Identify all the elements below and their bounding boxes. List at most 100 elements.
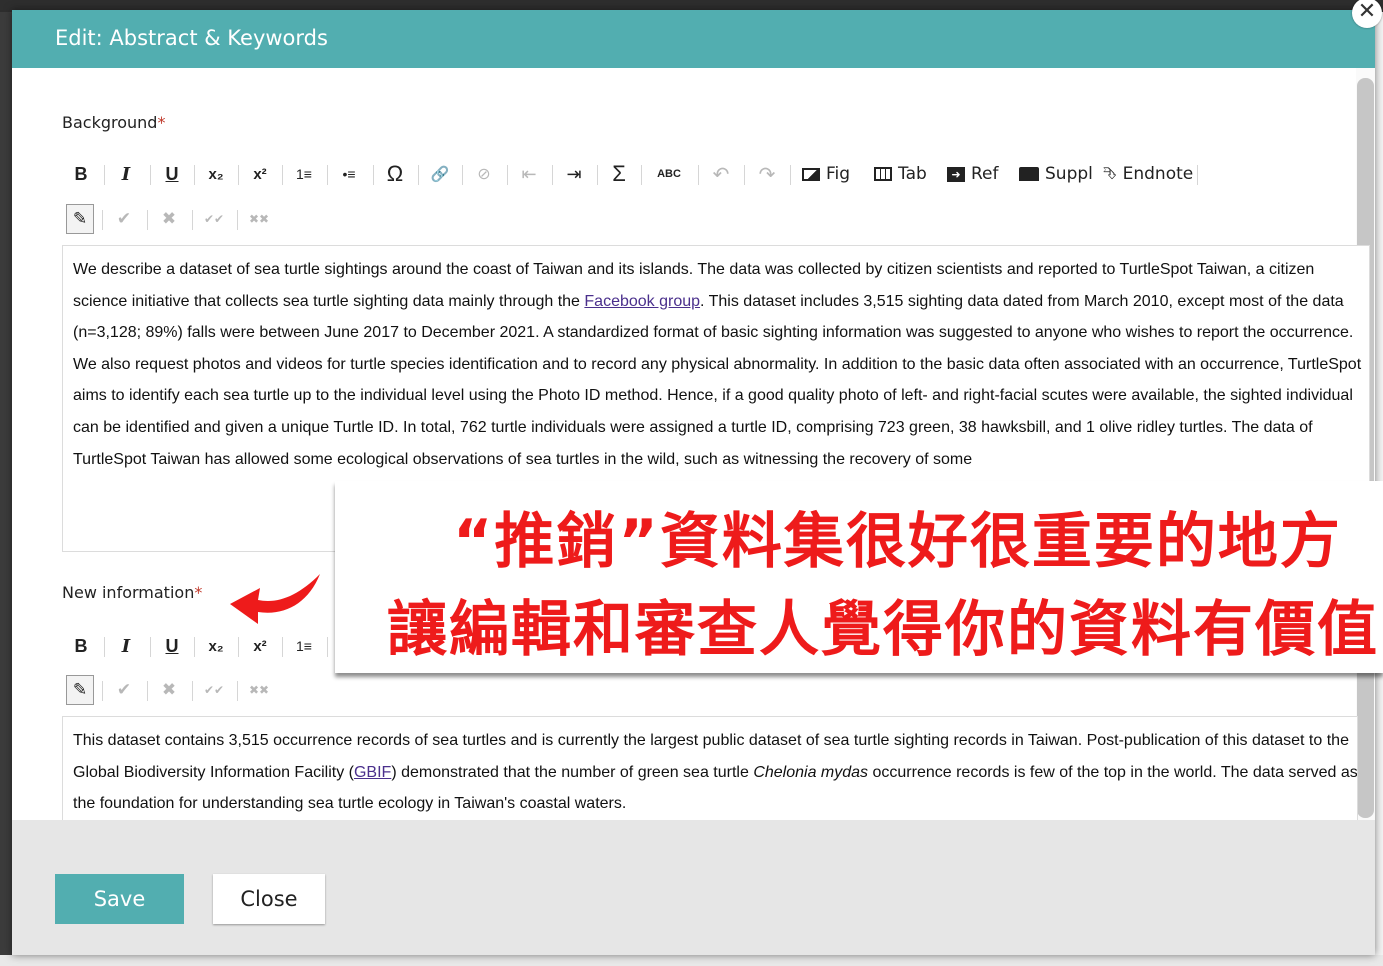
new-information-toolbar: B I U x₂ x² 1≡ <box>66 631 336 661</box>
endnote-label: Endnote <box>1122 164 1194 184</box>
outdent-icon[interactable]: ⇤ <box>515 159 543 189</box>
insert-table-button[interactable]: Tab <box>874 159 927 189</box>
toolbar-separator <box>194 165 195 185</box>
reject-change-icon[interactable]: ✖ <box>155 675 183 705</box>
reject-all-icon[interactable]: ✖✖ <box>245 204 273 234</box>
subscript-button[interactable]: x₂ <box>202 631 230 661</box>
toolbar-separator <box>192 681 193 701</box>
page-backdrop-bottom <box>0 955 1383 966</box>
accept-change-icon[interactable]: ✔ <box>110 675 138 705</box>
toolbar-separator <box>238 165 239 185</box>
new-information-label: New information* <box>62 583 202 602</box>
new-information-editor[interactable]: This dataset contains 3,515 occurrence r… <box>62 716 1358 821</box>
table-icon <box>874 167 892 181</box>
figure-label: Fig <box>826 164 851 184</box>
annotation-line-1: “推銷”資料集很好很重要的地方 <box>453 507 1342 577</box>
background-toolbar: B I U x₂ x² 1≡ •≡ Ω 🔗 ⊘ ⇤ ⇥ Σ ABC ↶ ↷ Fi… <box>66 159 1206 189</box>
toolbar-separator <box>282 637 283 657</box>
toolbar-separator <box>102 681 103 701</box>
background-review-toolbar: ✎ ✔ ✖ ✔✔ ✖✖ <box>66 204 286 234</box>
toolbar-separator <box>641 165 642 185</box>
toolbar-separator <box>147 210 148 230</box>
spellcheck-icon[interactable]: ABC <box>649 159 689 189</box>
italic-button[interactable]: I <box>112 631 140 661</box>
folder-icon <box>1019 167 1039 181</box>
toolbar-separator <box>150 165 151 185</box>
background-label: Background* <box>62 113 165 132</box>
background-text-part: . This dataset includes 3,515 sighting d… <box>73 292 1362 468</box>
facebook-group-link[interactable]: Facebook group <box>584 293 700 310</box>
toolbar-separator <box>102 210 103 230</box>
new-information-text-part: ) demonstrated that the number of green … <box>391 763 754 781</box>
species-name: Chelonia mydas <box>753 763 869 781</box>
toolbar-separator <box>192 210 193 230</box>
new-information-text: This dataset contains 3,515 occurrence r… <box>63 717 1357 820</box>
bullet-list-icon[interactable]: •≡ <box>335 159 363 189</box>
bold-button[interactable]: B <box>66 631 96 661</box>
insert-supplementary-button[interactable]: Suppl <box>1019 159 1093 189</box>
underline-button[interactable]: U <box>158 159 186 189</box>
toolbar-separator <box>150 637 151 657</box>
toolbar-separator <box>282 165 283 185</box>
accept-change-icon[interactable]: ✔ <box>110 204 138 234</box>
italic-button[interactable]: I <box>112 159 140 189</box>
subscript-button[interactable]: x₂ <box>202 159 230 189</box>
undo-icon[interactable]: ↶ <box>706 159 736 189</box>
redo-icon[interactable]: ↷ <box>752 159 782 189</box>
insert-endnote-button[interactable]: ⮷ Endnote <box>1103 159 1193 189</box>
sum-icon[interactable]: Σ <box>604 159 634 189</box>
required-marker: * <box>194 583 203 602</box>
reject-change-icon[interactable]: ✖ <box>155 204 183 234</box>
figure-icon <box>802 167 820 181</box>
background-text: We describe a dataset of sea turtle sigh… <box>63 246 1363 475</box>
supplementary-label: Suppl <box>1045 164 1093 184</box>
annotation-line-2: 讓編輯和審查人覺得你的資料有價值 <box>387 595 1379 665</box>
toolbar-separator <box>373 165 374 185</box>
reject-all-icon[interactable]: ✖✖ <box>245 675 273 705</box>
toolbar-separator <box>418 165 419 185</box>
toolbar-separator <box>237 210 238 230</box>
toolbar-separator <box>104 637 105 657</box>
toolbar-separator <box>597 165 598 185</box>
link-icon[interactable]: 🔗 <box>426 159 454 189</box>
toolbar-separator <box>507 165 508 185</box>
indent-icon[interactable]: ⇥ <box>560 159 588 189</box>
toolbar-separator <box>744 165 745 185</box>
ordered-list-icon[interactable]: 1≡ <box>290 631 318 661</box>
save-button[interactable]: Save <box>55 874 184 924</box>
track-changes-icon[interactable]: ✎ <box>66 204 94 234</box>
new-information-label-text: New information <box>62 583 195 602</box>
superscript-button[interactable]: x² <box>246 631 274 661</box>
toolbar-separator <box>237 681 238 701</box>
background-label-text: Background <box>62 113 158 132</box>
underline-button[interactable]: U <box>158 631 186 661</box>
toolbar-separator <box>552 165 553 185</box>
toolbar-separator <box>462 165 463 185</box>
ordered-list-icon[interactable]: 1≡ <box>290 159 318 189</box>
annotation-arrow-icon <box>230 574 320 624</box>
toolbar-separator <box>327 165 328 185</box>
special-character-icon[interactable]: Ω <box>380 159 410 189</box>
toolbar-separator <box>1197 165 1198 185</box>
unlink-icon[interactable]: ⊘ <box>470 159 498 189</box>
toolbar-separator <box>104 165 105 185</box>
accept-all-icon[interactable]: ✔✔ <box>200 204 228 234</box>
gbif-link[interactable]: GBIF <box>354 764 391 781</box>
annotation-callout: “推銷”資料集很好很重要的地方 讓編輯和審查人覺得你的資料有價值 <box>335 481 1383 673</box>
modal-header: Edit: Abstract & Keywords <box>12 10 1375 68</box>
insert-reference-button[interactable]: ➜ Ref <box>947 159 999 189</box>
modal-footer: Save Close <box>12 820 1375 955</box>
accept-all-icon[interactable]: ✔✔ <box>200 675 228 705</box>
close-button[interactable]: Close <box>213 874 325 924</box>
bold-button[interactable]: B <box>66 159 96 189</box>
toolbar-separator <box>194 637 195 657</box>
insert-figure-button[interactable]: Fig <box>802 159 850 189</box>
toolbar-separator <box>327 637 328 657</box>
toolbar-separator <box>698 165 699 185</box>
reference-label: Ref <box>971 164 999 184</box>
toolbar-separator <box>238 637 239 657</box>
required-marker: * <box>157 113 166 132</box>
superscript-button[interactable]: x² <box>246 159 274 189</box>
new-information-review-toolbar: ✎ ✔ ✖ ✔✔ ✖✖ <box>66 675 286 705</box>
track-changes-icon[interactable]: ✎ <box>66 675 94 705</box>
